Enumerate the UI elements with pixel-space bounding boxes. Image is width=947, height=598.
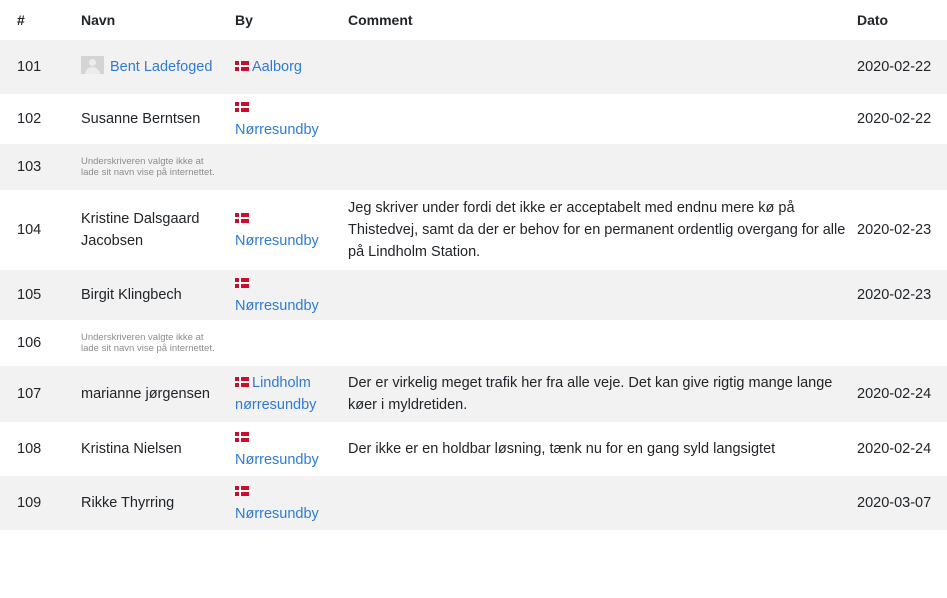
date-cell: 2020-02-22 [857,111,932,127]
city-cell: Nørresundby [218,270,331,320]
city-cell: Lindholm nørresundby [218,366,331,422]
denmark-flag-icon [235,61,249,71]
denmark-flag-icon [235,213,249,223]
hidden-name-note: Underskriveren valgte ikke at lade sit n… [81,156,215,178]
city-link[interactable]: Aalborg [252,59,302,75]
date-cell: 2020-02-22 [857,59,932,75]
signer-name: Susanne Berntsen [81,111,201,127]
name-cell: marianne jørgensen [64,366,218,422]
header-name: Navn [81,12,116,28]
signer-name: Kristina Nielsen [81,441,182,457]
table-row: 105 Birgit Klingbech Nørresundby 2020-02-23 [0,270,947,320]
date-cell: 2020-02-23 [857,222,932,238]
denmark-flag-icon [235,102,249,112]
comment-cell: Jeg skriver under fordi det ikke er acce… [348,200,846,260]
comment-cell [331,270,857,320]
date-cell: 2020-03-07 [857,495,932,511]
city-link[interactable]: Nørresundby [235,233,319,249]
city-link[interactable]: Nørresundby [235,122,319,138]
table-row: 106 Underskriveren valgte ikke at lade si… [0,320,947,366]
signer-name: Kristine Dalsgaard Jacobsen [81,211,200,249]
row-number: 103 [17,159,42,175]
name-cell: Underskriveren valgte ikke at lade sit n… [64,144,218,190]
name-cell: Rikke Thyrring [64,476,218,530]
header-date: Dato [857,12,889,28]
name-link[interactable]: Bent Ladefoged [110,59,212,75]
city-cell [218,320,331,366]
row-number: 102 [17,111,42,127]
name-cell: Kristina Nielsen [64,422,218,476]
table-row: 104 Kristine Dalsgaard Jacobsen Nørresundb… [0,190,947,270]
name-cell: Bent Ladefoged [64,40,218,94]
city-link[interactable]: Nørresundby [235,298,319,314]
table-row: 108 Kristina Nielsen Nørresundby Der ikke e… [0,422,947,476]
denmark-flag-icon [235,486,249,496]
table-row: 102 Susanne Berntsen Nørresundby 2020-02-22 [0,94,947,144]
city-link[interactable]: Nørresundby [235,506,319,522]
row-number: 106 [17,335,42,351]
city-cell: Nørresundby [218,94,331,144]
city-cell: Nørresundby [218,422,331,476]
signer-name: Birgit Klingbech [81,287,182,303]
signer-name: marianne jørgensen [81,386,210,402]
table-row: 107 marianne jørgensen Lindholm nørresundb… [0,366,947,422]
city-link[interactable]: Nørresundby [235,452,319,468]
date-cell [857,320,947,366]
comment-cell: Der er virkelig meget trafik her fra all… [348,375,833,413]
table-body: 101 Bent Ladefoged Aalborg 2020-02-22 102 Sus… [0,40,947,530]
header-number: # [17,12,25,28]
table-row: 103 Underskriveren valgte ikke at lade si… [0,144,947,190]
row-number: 107 [17,386,42,402]
date-cell [857,144,947,190]
name-cell: Kristine Dalsgaard Jacobsen [64,190,218,270]
hidden-name-note: Underskriveren valgte ikke at lade sit n… [81,332,215,354]
date-cell: 2020-02-24 [857,386,932,402]
city-cell: Nørresundby [218,190,331,270]
date-cell: 2020-02-24 [857,441,932,457]
denmark-flag-icon [235,278,249,288]
table-header-row: # Navn By Comment Dato [0,0,947,40]
comment-cell [331,94,857,144]
comment-cell [331,320,857,366]
table-row: 101 Bent Ladefoged Aalborg 2020-02-22 [0,40,947,94]
row-number: 105 [17,287,42,303]
denmark-flag-icon [235,377,249,387]
name-cell: Birgit Klingbech [64,270,218,320]
city-cell: Aalborg [218,40,331,94]
date-cell: 2020-02-23 [857,287,932,303]
table-row: 109 Rikke Thyrring Nørresundby 2020-03-07 [0,476,947,530]
header-city: By [235,12,253,28]
name-cell: Underskriveren valgte ikke at lade sit n… [64,320,218,366]
comment-cell: Der ikke er en holdbar løsning, tænk nu … [348,441,776,457]
signer-name: Rikke Thyrring [81,495,175,511]
name-cell: Susanne Berntsen [64,94,218,144]
row-number: 104 [17,222,42,238]
comment-cell [331,476,857,530]
row-number: 109 [17,495,42,511]
comment-cell [331,144,857,190]
denmark-flag-icon [235,432,249,442]
row-number: 101 [17,59,42,75]
row-number: 108 [17,441,42,457]
avatar-icon [81,56,104,74]
comment-cell [331,40,857,94]
signatures-table: # Navn By Comment Dato 101 Bent Ladefoged… [0,0,947,530]
city-cell: Nørresundby [218,476,331,530]
city-cell [218,144,331,190]
header-comment: Comment [348,12,413,28]
